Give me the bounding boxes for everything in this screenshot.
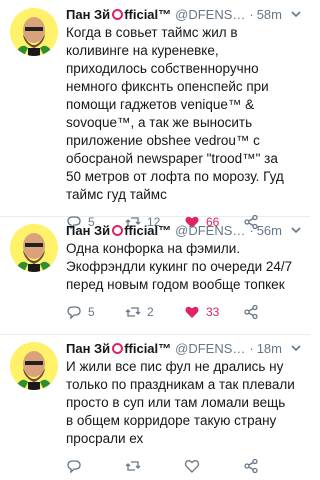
avatar[interactable] [10,8,58,56]
like-button[interactable] [184,458,243,474]
tweet-text: И жили все пис фул не дрались ну только … [66,359,295,446]
reply-icon [67,460,81,474]
red-circle-icon [112,224,124,236]
chevron-down-icon[interactable] [290,224,302,236]
red-circle-icon [112,8,124,20]
avatar[interactable] [10,224,58,272]
separator-dot: · [249,340,254,356]
display-name-suffix: fficial™ [124,6,172,22]
avatar-portrait-icon [10,8,58,56]
chevron-down-icon[interactable] [290,8,302,20]
avatar-portrait-icon [10,342,58,390]
timestamp[interactable]: 56m [257,223,282,238]
tweet-text: Одна конфорка на фэмили. Экофрэндли куки… [66,241,293,292]
tweet-header: Пан Зй fficial™ @DFENS3... · 58m [66,4,302,24]
tweet-actions [66,456,302,476]
display-name[interactable]: Пан Зй [66,223,110,238]
like-count: 33 [206,305,220,319]
chevron-down-icon[interactable] [290,342,302,354]
display-name-suffix: fficial™ [124,340,172,356]
user-handle[interactable]: @DFENS3... [175,223,246,238]
reply-button[interactable]: 5 [66,304,125,320]
red-circle-icon [112,342,124,354]
display-name[interactable]: Пан Зй [66,7,110,22]
tweet-actions: 5 2 33 [66,302,302,322]
avatar[interactable] [10,342,58,390]
tweet[interactable]: Пан Зй fficial™ @DFENS3... · 18m И жили … [0,334,310,480]
reply-count: 5 [88,305,95,319]
heart-filled-icon [185,306,199,318]
tweet-header: Пан Зй fficial™ @DFENS3... · 56m [66,220,302,240]
share-icon [244,304,258,320]
user-handle[interactable]: @DFENS3... [175,341,246,356]
reply-button[interactable] [66,458,125,474]
reply-icon [67,306,81,320]
retweet-button[interactable] [125,458,184,474]
share-button[interactable] [243,458,302,474]
retweet-icon [125,461,141,471]
avatar-portrait-icon [10,224,58,272]
tweet-header: Пан Зй fficial™ @DFENS3... · 18m [66,338,302,358]
timestamp[interactable]: 58m [257,7,282,22]
timeline: Пан Зй fficial™ @DFENS3... · 58m Когда в… [0,0,310,480]
heart-outline-icon [184,460,200,473]
tweet[interactable]: Пан Зй fficial™ @DFENS3... · 56m Одна ко… [0,216,310,335]
share-button[interactable] [243,304,302,320]
retweet-button[interactable]: 2 [125,304,184,320]
tweet[interactable]: Пан Зй fficial™ @DFENS3... · 58m Когда в… [0,0,310,230]
retweet-count: 2 [147,305,154,319]
timestamp[interactable]: 18m [257,341,282,356]
separator-dot: · [249,6,254,22]
share-icon [244,458,258,474]
tweet-text: Когда в совьет таймс жил в коливинге на … [66,25,284,202]
display-name[interactable]: Пан Зй [66,341,110,356]
user-handle[interactable]: @DFENS3... [175,7,246,22]
separator-dot: · [249,222,254,238]
display-name-suffix: fficial™ [124,222,172,238]
like-button[interactable]: 33 [184,304,243,320]
retweet-icon [125,307,141,317]
